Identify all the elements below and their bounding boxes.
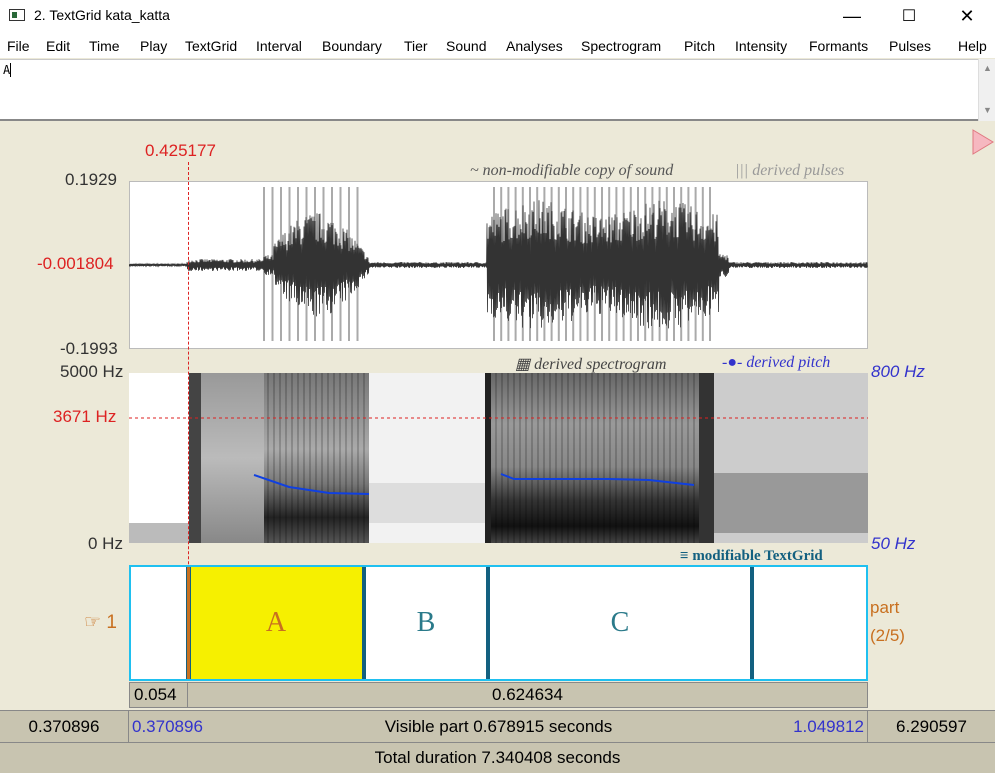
- total-duration-bar[interactable]: Total duration 7.340408 seconds: [0, 742, 995, 773]
- sound-ycursor-label: -0.001804: [37, 254, 114, 273]
- right-duration[interactable]: 0.624634: [188, 683, 867, 707]
- menu-intensity[interactable]: Intensity: [735, 38, 787, 54]
- menu-sound[interactable]: Sound: [446, 38, 486, 54]
- menu-boundary[interactable]: Boundary: [322, 38, 382, 54]
- boundary-4[interactable]: [750, 567, 754, 679]
- interval-4[interactable]: C: [488, 567, 752, 679]
- text-caret: [10, 63, 11, 77]
- spectrogram-graphic: [129, 373, 868, 543]
- tier-1-label[interactable]: ☞ 1: [84, 611, 117, 634]
- freq-min-label: 0 Hz: [88, 534, 123, 553]
- waveform-trace: [129, 200, 868, 329]
- right-hidden-duration[interactable]: 6.290597: [868, 711, 995, 743]
- interval-1[interactable]: [131, 567, 188, 679]
- scroll-down-icon[interactable]: ▼: [983, 105, 992, 115]
- tier-number: 1: [106, 612, 117, 633]
- menu-pitch[interactable]: Pitch: [684, 38, 715, 54]
- freq-cursor-label: 3671 Hz: [53, 407, 117, 426]
- interval-5[interactable]: [752, 567, 866, 679]
- spectrogram-label: ▦ derived spectrogram: [515, 356, 667, 373]
- menu-tier[interactable]: Tier: [404, 38, 428, 54]
- menu-time[interactable]: Time: [89, 38, 120, 54]
- menu-bar: File Edit Time Play TextGrid Interval Bo…: [0, 32, 995, 58]
- textgrid-label: ≡ modifiable TextGrid: [680, 548, 823, 564]
- spectrogram-label-text: derived spectrogram: [534, 356, 667, 373]
- visible-part-text: Visible part 0.678915 seconds: [384, 717, 613, 736]
- visible-bar: 0.370896 0.370896 Visible part 0.678915 …: [0, 710, 995, 743]
- spectrogram-panel[interactable]: [129, 373, 868, 543]
- window-title: 2. TextGrid kata_katta: [34, 7, 170, 23]
- waveform-graphic: [129, 187, 868, 341]
- close-button[interactable]: ✕: [944, 0, 990, 32]
- menu-formants[interactable]: Formants: [809, 38, 868, 54]
- sound-ymax-label: 0.1929: [65, 170, 117, 189]
- boundary-1-selected[interactable]: [186, 567, 191, 679]
- interval-3[interactable]: B: [364, 567, 488, 679]
- pitch-label-text: derived pitch: [746, 354, 831, 371]
- play-triangle-icon[interactable]: [971, 128, 995, 156]
- title-bar: 2. TextGrid kata_katta — ☐ ✕: [0, 0, 995, 32]
- menu-analyses[interactable]: Analyses: [506, 38, 563, 54]
- pitch-max-label: 800 Hz: [871, 362, 925, 381]
- app-icon: [9, 9, 25, 21]
- sound-ymin-label: -0.1993: [60, 339, 118, 358]
- waveform-panel[interactable]: [129, 181, 868, 349]
- interval-text-field[interactable]: A: [0, 59, 978, 121]
- left-duration[interactable]: 0.054: [130, 683, 188, 707]
- tier-hint-top: part: [870, 598, 900, 617]
- menu-play[interactable]: Play: [140, 38, 167, 54]
- selection-bar[interactable]: 0.054 0.624634: [129, 682, 868, 708]
- menu-file[interactable]: File: [7, 38, 30, 54]
- visible-part-cell[interactable]: 0.370896 Visible part 0.678915 seconds 1…: [129, 711, 868, 743]
- left-hidden-duration[interactable]: 0.370896: [0, 711, 129, 743]
- tier-1[interactable]: A B C: [129, 565, 868, 681]
- visible-end: 1.049812: [793, 717, 864, 736]
- menu-edit[interactable]: Edit: [46, 38, 70, 54]
- boundary-2[interactable]: [362, 567, 366, 679]
- total-duration-text: Total duration 7.340408 seconds: [374, 748, 621, 767]
- menu-interval[interactable]: Interval: [256, 38, 302, 54]
- menu-pulses[interactable]: Pulses: [889, 38, 931, 54]
- pitch-legend-label: -●- derived pitch: [722, 354, 831, 371]
- tier-hint-bottom: (2/5): [870, 626, 905, 645]
- menu-help[interactable]: Help: [958, 38, 987, 54]
- menu-spectrogram[interactable]: Spectrogram: [581, 38, 661, 54]
- menu-textgrid[interactable]: TextGrid: [185, 38, 237, 54]
- scroll-up-icon[interactable]: ▲: [983, 63, 992, 73]
- text-scrollbar[interactable]: ▲ ▼: [978, 59, 995, 121]
- maximize-button[interactable]: ☐: [886, 0, 932, 32]
- cursor-time-label: 0.425177: [145, 141, 216, 160]
- textgrid-label-text: modifiable TextGrid: [692, 548, 823, 564]
- minimize-button[interactable]: —: [829, 0, 875, 32]
- boundary-3[interactable]: [486, 567, 490, 679]
- interval-2-selected[interactable]: A: [188, 567, 364, 679]
- pulses-label: ||| derived pulses: [735, 162, 845, 179]
- sound-panel-label: ~ non-modifiable copy of sound: [470, 162, 674, 179]
- freq-max-label: 5000 Hz: [60, 362, 124, 381]
- pitch-min-label: 50 Hz: [871, 534, 916, 553]
